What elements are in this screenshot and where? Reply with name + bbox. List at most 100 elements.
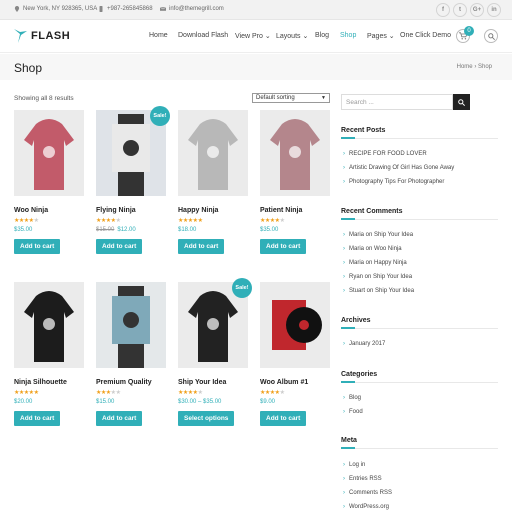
meta-item[interactable]: › Entries RSS (343, 476, 382, 482)
nav-home[interactable]: Home (149, 32, 168, 39)
comment-post-link[interactable]: Woo Ninja (374, 246, 402, 252)
top-bar: New York, NY 928365, USA +987-265845868 … (0, 0, 512, 20)
current-price: $18.00 (178, 227, 197, 233)
comment-on: on (364, 260, 375, 266)
add-to-cart-button[interactable]: Add to cart (96, 411, 143, 426)
comment-on: on (363, 274, 374, 280)
email-info[interactable]: info@themegrill.com (160, 6, 224, 12)
meta-item[interactable]: › Comments RSS (343, 490, 392, 496)
breadcrumb: Home › Shop (457, 64, 492, 70)
comment-post-link[interactable]: Ship Your Idea (375, 288, 414, 294)
email-text[interactable]: info@themegrill.com (169, 6, 224, 12)
product-image[interactable] (14, 282, 84, 368)
product-name[interactable]: Woo Album #1 (260, 379, 330, 386)
sale-badge: Sale! (150, 106, 170, 126)
breadcrumb-current: Shop (477, 64, 492, 70)
current-price: $9.00 (260, 399, 276, 405)
linkedin-icon[interactable]: in (487, 3, 501, 17)
star-icon: ★ (197, 390, 203, 396)
meta-item[interactable]: › WordPress.org (343, 504, 389, 510)
comment-post-link[interactable]: Ship Your Idea (373, 274, 412, 280)
page-title-bar: Shop Home › Shop (0, 54, 512, 80)
comment-on: on (365, 288, 376, 294)
nav-view-pro[interactable]: View Pro ⌄ (235, 32, 271, 40)
facebook-icon[interactable]: f (436, 3, 450, 17)
nav-download-flash[interactable]: Download Flash (178, 32, 228, 39)
sidebar-search-input[interactable]: Search ... (341, 94, 453, 110)
product-name[interactable]: Ninja Silhouette (14, 379, 84, 386)
widget-title: Recent Posts (341, 127, 386, 134)
twitter-icon[interactable]: t (453, 3, 467, 17)
search-icon (487, 32, 495, 40)
product-price: $30.00 – $35.00 (178, 399, 248, 405)
nav-one-click-demo[interactable]: One Click Demo (400, 32, 451, 39)
product-name[interactable]: Patient Ninja (260, 207, 330, 214)
nav-shop[interactable]: Shop (340, 32, 356, 39)
search-icon (458, 98, 465, 106)
add-to-cart-button[interactable]: Add to cart (14, 411, 61, 426)
nav-pages[interactable]: Pages ⌄ (367, 32, 395, 40)
recent-comment-item[interactable]: › Maria on Ship Your Idea (343, 232, 413, 238)
product-name[interactable]: Woo Ninja (14, 207, 84, 214)
recent-comment-item[interactable]: › Maria on Woo Ninja (343, 246, 402, 252)
add-to-cart-button[interactable]: Add to cart (260, 239, 307, 254)
add-to-cart-button[interactable]: Add to cart (260, 411, 307, 426)
phone-icon (99, 6, 103, 12)
add-to-cart-button[interactable]: Add to cart (178, 239, 225, 254)
product-image[interactable] (96, 282, 166, 368)
star-rating: ★★★★★ (14, 217, 84, 224)
add-to-cart-button[interactable]: Add to cart (96, 239, 143, 254)
comment-post-link[interactable]: Happy Ninja (374, 260, 407, 266)
product-image[interactable] (260, 282, 330, 368)
current-price: $30.00 – $35.00 (178, 399, 222, 405)
sidebar-search-button[interactable] (453, 94, 470, 110)
recent-post-item[interactable]: › Photography Tips For Photographer (343, 179, 444, 185)
widget-title: Meta (341, 437, 357, 444)
comment-post-link[interactable]: Ship Your Idea (374, 232, 413, 238)
dropdown-arrow-icon: ▼ (321, 95, 326, 101)
add-to-cart-button[interactable]: Add to cart (14, 239, 61, 254)
recent-comment-item[interactable]: › Maria on Happy Ninja (343, 260, 407, 266)
meta-item[interactable]: › Log in (343, 462, 365, 468)
product-name[interactable]: Flying Ninja (96, 207, 166, 214)
site-logo[interactable]: FLASH (14, 29, 70, 43)
current-price: $12.00 (117, 227, 136, 233)
product-card: Woo Ninja ★★★★★ $35.00 Add to cart (14, 110, 84, 254)
product-name[interactable]: Premium Quality (96, 379, 166, 386)
nav-blog[interactable]: Blog (315, 32, 329, 39)
sorting-select[interactable]: Default sorting ▼ (252, 93, 330, 103)
header-search-button[interactable] (484, 29, 498, 43)
chevron-right-icon: › (343, 165, 345, 171)
nav-layouts[interactable]: Layouts ⌄ (276, 32, 308, 40)
recent-comment-item[interactable]: › Ryan on Ship Your Idea (343, 274, 412, 280)
comment-author: Maria (349, 246, 365, 252)
archive-item[interactable]: › January 2017 (343, 341, 385, 347)
widget-title: Categories (341, 371, 378, 378)
google-plus-icon[interactable]: G+ (470, 3, 484, 17)
category-item[interactable]: › Food (343, 409, 363, 415)
chevron-right-icon: › (343, 395, 345, 401)
recent-comment-item[interactable]: › Stuart on Ship Your Idea (343, 288, 414, 294)
product-price: $9.00 (260, 399, 330, 405)
recent-post-label: Artistic Drawing Of Girl Has Gone Away (349, 165, 455, 171)
category-item[interactable]: › Blog (343, 395, 361, 401)
chevron-right-icon: › (343, 288, 345, 294)
meta-label: Comments RSS (349, 490, 393, 496)
product-image[interactable] (14, 110, 84, 196)
star-icon: ★ (279, 390, 285, 396)
product-name[interactable]: Happy Ninja (178, 207, 248, 214)
current-price: $20.00 (14, 399, 33, 405)
product-image[interactable] (178, 110, 248, 196)
star-rating: ★★★★★ (260, 217, 330, 224)
select-options-button[interactable]: Select options (178, 411, 235, 426)
recent-post-item[interactable]: › RECIPE FOR FOOD LOVER (343, 151, 427, 157)
current-price: $35.00 (260, 227, 279, 233)
address-info: New York, NY 928365, USA (14, 6, 97, 12)
recent-post-item[interactable]: › Artistic Drawing Of Girl Has Gone Away (343, 165, 454, 171)
old-price: $15.00 (96, 227, 115, 233)
product-name[interactable]: Ship Your Idea (178, 379, 248, 386)
product-price: $15.00 (96, 399, 166, 405)
comment-on: on (364, 232, 375, 238)
product-image[interactable] (260, 110, 330, 196)
breadcrumb-home[interactable]: Home (457, 64, 473, 70)
